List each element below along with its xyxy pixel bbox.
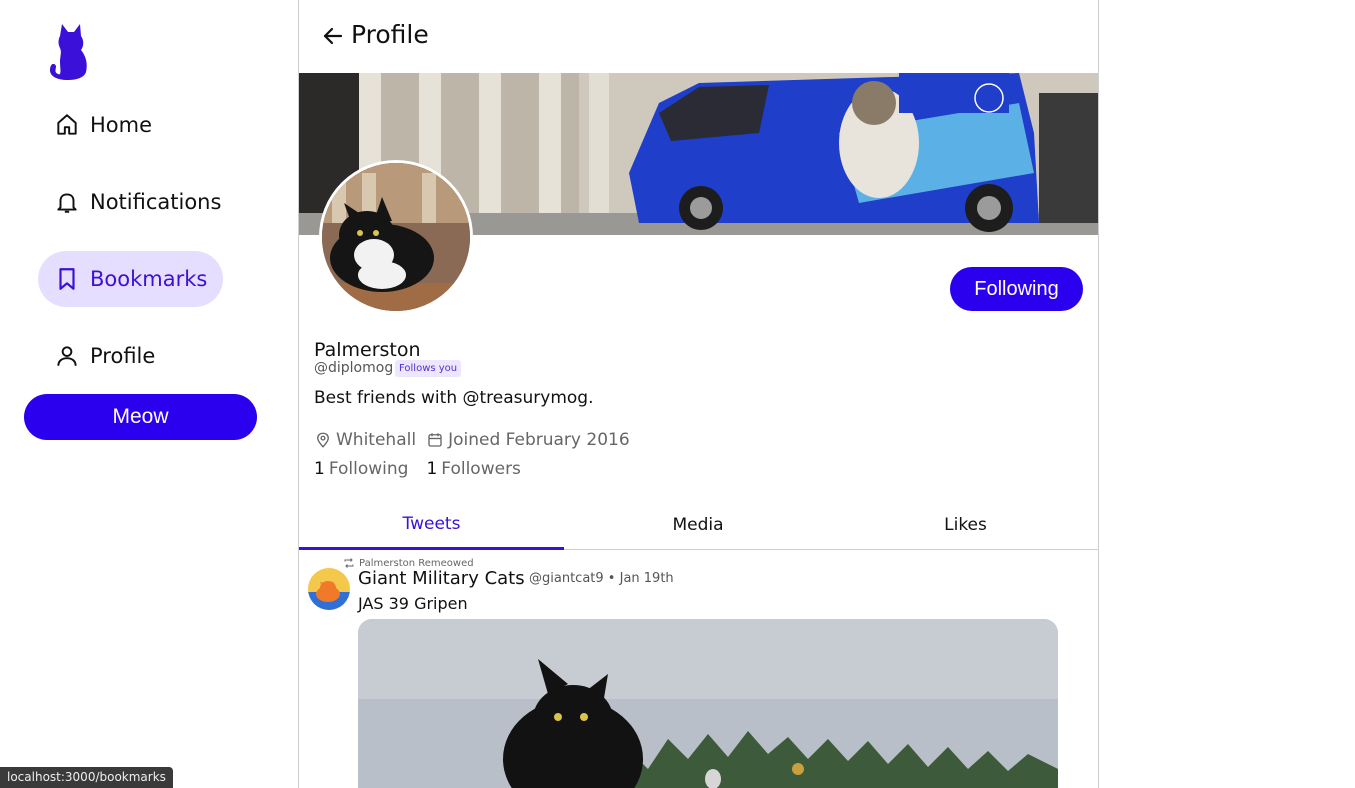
status-url: localhost:3000/bookmarks	[0, 767, 173, 788]
sidebar: Home Notifications Bookmarks Profile Meo…	[0, 0, 298, 788]
page-header: Profile	[299, 0, 1098, 73]
profile-location: Whitehall	[336, 430, 417, 450]
home-icon	[54, 112, 80, 138]
sidebar-item-bookmarks[interactable]: Bookmarks	[38, 251, 224, 307]
meow-button[interactable]: Meow	[24, 394, 257, 440]
bell-icon	[54, 189, 80, 215]
profile-joined: Joined February 2016	[448, 430, 630, 450]
tab-likes[interactable]: Likes	[832, 500, 1098, 550]
tab-media[interactable]: Media	[564, 500, 832, 550]
sidebar-item-label: Bookmarks	[90, 267, 208, 291]
sidebar-item-label: Notifications	[90, 190, 222, 214]
following-count-link[interactable]: 1 Following	[314, 459, 408, 479]
tweet-author-handle[interactable]: @giantcat9	[529, 571, 604, 586]
sidebar-item-home[interactable]: Home	[38, 97, 168, 153]
user-icon	[54, 343, 80, 369]
tweet-date: Jan 19th	[619, 571, 674, 586]
tweet-item[interactable]: Palmerston Remeowed Giant Military Cats …	[299, 551, 1098, 788]
tweet-meta: @giantcat9 • Jan 19th	[529, 571, 674, 586]
sidebar-item-notifications[interactable]: Notifications	[38, 174, 237, 230]
meta-separator: •	[607, 571, 620, 586]
calendar-icon	[426, 431, 444, 449]
page-title: Profile	[351, 20, 429, 49]
profile-bio: Best friends with @treasurymog.	[314, 388, 594, 408]
tweet-image[interactable]	[358, 619, 1058, 788]
tweet-author-name[interactable]: Giant Military Cats	[358, 568, 525, 589]
followers-count: 1	[426, 459, 438, 479]
followers-count-link[interactable]: 1 Followers	[426, 459, 520, 479]
remeow-icon	[343, 557, 355, 569]
sidebar-item-label: Profile	[90, 344, 156, 368]
bookmark-icon	[54, 266, 80, 292]
following-label: Following	[328, 459, 409, 479]
tab-tweets[interactable]: Tweets	[299, 500, 564, 550]
tweet-author-avatar[interactable]	[308, 568, 350, 610]
back-arrow-icon[interactable]	[321, 24, 345, 48]
following-button[interactable]: Following	[950, 267, 1083, 311]
sidebar-item-label: Home	[90, 113, 153, 137]
followers-label: Followers	[441, 459, 521, 479]
main-column: Profile Following Palmerston @diplomog F…	[298, 0, 1099, 788]
app: Home Notifications Bookmarks Profile Meo…	[0, 0, 1355, 788]
cat-logo[interactable]	[46, 22, 90, 82]
profile-meta: Whitehall Joined February 2016	[314, 430, 630, 450]
location-pin-icon	[314, 431, 332, 449]
tweet-text: JAS 39 Gripen	[358, 594, 468, 613]
remeow-text: Palmerston Remeowed	[359, 557, 474, 569]
sidebar-item-profile[interactable]: Profile	[38, 328, 171, 384]
profile-display-name: Palmerston	[314, 339, 421, 361]
following-count: 1	[314, 459, 325, 479]
profile-handle: @diplomog	[314, 360, 394, 376]
profile-counts: 1 Following 1 Followers	[314, 459, 539, 479]
follows-you-badge: Follows you	[395, 360, 462, 377]
profile-avatar[interactable]	[319, 160, 473, 314]
profile-tabs: Tweets Media Likes	[299, 500, 1098, 550]
